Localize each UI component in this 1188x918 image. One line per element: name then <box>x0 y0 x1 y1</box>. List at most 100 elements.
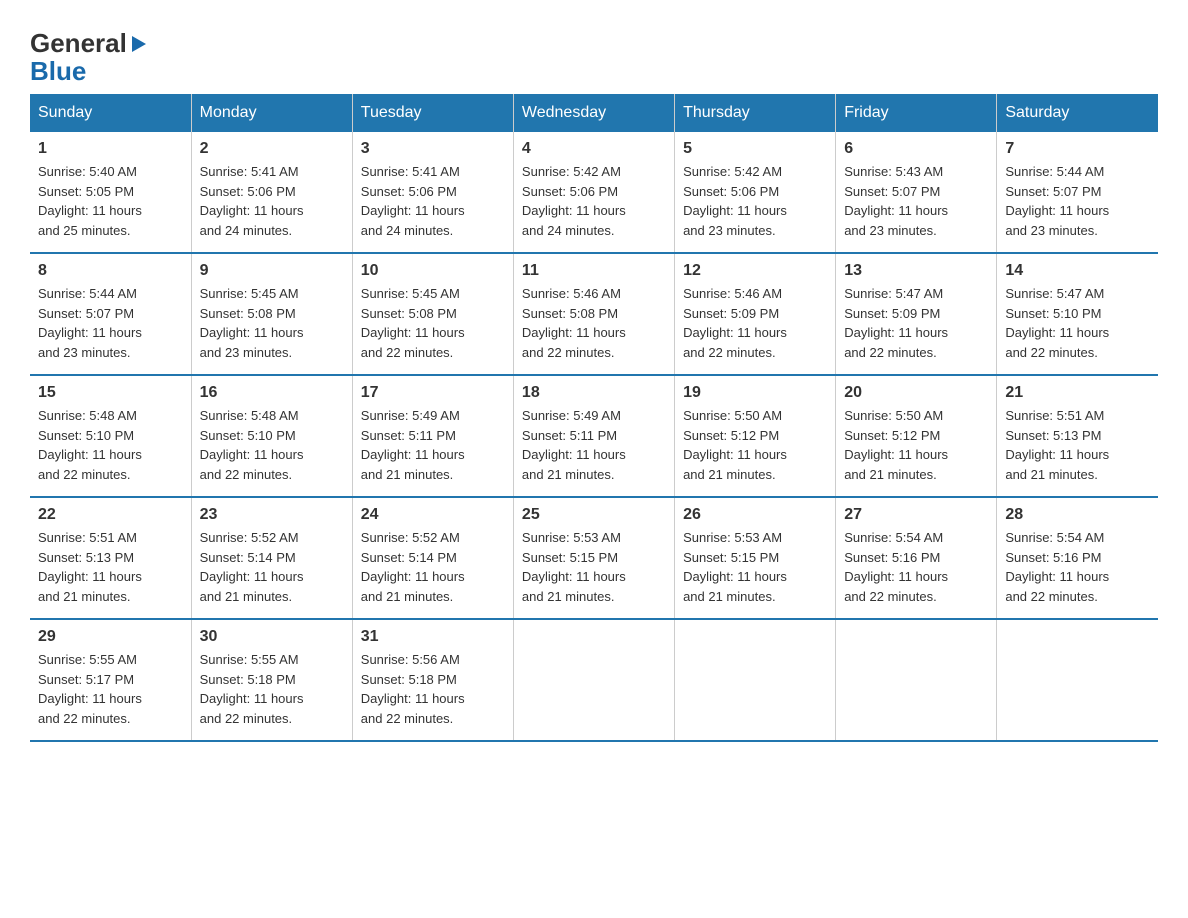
day-info: Sunrise: 5:50 AM Sunset: 5:12 PM Dayligh… <box>683 406 827 484</box>
logo-general-text: General <box>30 30 127 56</box>
day-info: Sunrise: 5:54 AM Sunset: 5:16 PM Dayligh… <box>844 528 988 606</box>
day-info: Sunrise: 5:44 AM Sunset: 5:07 PM Dayligh… <box>1005 162 1150 240</box>
day-info: Sunrise: 5:46 AM Sunset: 5:09 PM Dayligh… <box>683 284 827 362</box>
day-number: 20 <box>844 384 988 402</box>
day-info: Sunrise: 5:56 AM Sunset: 5:18 PM Dayligh… <box>361 650 505 728</box>
logo-blue-text: Blue <box>30 58 86 84</box>
day-number: 23 <box>200 506 344 524</box>
day-number: 8 <box>38 262 183 280</box>
day-number: 3 <box>361 140 505 158</box>
weekday-header-sunday: Sunday <box>30 94 191 132</box>
day-number: 1 <box>38 140 183 158</box>
day-cell: 15 Sunrise: 5:48 AM Sunset: 5:10 PM Dayl… <box>30 375 191 497</box>
day-info: Sunrise: 5:49 AM Sunset: 5:11 PM Dayligh… <box>361 406 505 484</box>
day-cell <box>513 619 674 741</box>
day-number: 6 <box>844 140 988 158</box>
day-number: 18 <box>522 384 666 402</box>
day-number: 12 <box>683 262 827 280</box>
day-info: Sunrise: 5:44 AM Sunset: 5:07 PM Dayligh… <box>38 284 183 362</box>
day-number: 2 <box>200 140 344 158</box>
header: General Blue <box>30 20 1158 84</box>
day-cell: 8 Sunrise: 5:44 AM Sunset: 5:07 PM Dayli… <box>30 253 191 375</box>
day-info: Sunrise: 5:41 AM Sunset: 5:06 PM Dayligh… <box>361 162 505 240</box>
day-number: 27 <box>844 506 988 524</box>
day-cell: 23 Sunrise: 5:52 AM Sunset: 5:14 PM Dayl… <box>191 497 352 619</box>
day-cell: 29 Sunrise: 5:55 AM Sunset: 5:17 PM Dayl… <box>30 619 191 741</box>
logo: General Blue <box>30 20 146 84</box>
week-row-4: 22 Sunrise: 5:51 AM Sunset: 5:13 PM Dayl… <box>30 497 1158 619</box>
day-info: Sunrise: 5:41 AM Sunset: 5:06 PM Dayligh… <box>200 162 344 240</box>
day-info: Sunrise: 5:42 AM Sunset: 5:06 PM Dayligh… <box>683 162 827 240</box>
day-cell: 9 Sunrise: 5:45 AM Sunset: 5:08 PM Dayli… <box>191 253 352 375</box>
week-row-1: 1 Sunrise: 5:40 AM Sunset: 5:05 PM Dayli… <box>30 132 1158 253</box>
day-info: Sunrise: 5:55 AM Sunset: 5:17 PM Dayligh… <box>38 650 183 728</box>
day-cell <box>836 619 997 741</box>
week-row-2: 8 Sunrise: 5:44 AM Sunset: 5:07 PM Dayli… <box>30 253 1158 375</box>
day-info: Sunrise: 5:48 AM Sunset: 5:10 PM Dayligh… <box>38 406 183 484</box>
day-number: 17 <box>361 384 505 402</box>
weekday-header-thursday: Thursday <box>675 94 836 132</box>
day-cell: 30 Sunrise: 5:55 AM Sunset: 5:18 PM Dayl… <box>191 619 352 741</box>
day-cell <box>997 619 1158 741</box>
day-info: Sunrise: 5:42 AM Sunset: 5:06 PM Dayligh… <box>522 162 666 240</box>
day-number: 31 <box>361 628 505 646</box>
day-info: Sunrise: 5:46 AM Sunset: 5:08 PM Dayligh… <box>522 284 666 362</box>
day-number: 16 <box>200 384 344 402</box>
day-info: Sunrise: 5:45 AM Sunset: 5:08 PM Dayligh… <box>200 284 344 362</box>
day-cell: 5 Sunrise: 5:42 AM Sunset: 5:06 PM Dayli… <box>675 132 836 253</box>
day-cell: 28 Sunrise: 5:54 AM Sunset: 5:16 PM Dayl… <box>997 497 1158 619</box>
day-number: 9 <box>200 262 344 280</box>
day-cell <box>675 619 836 741</box>
day-info: Sunrise: 5:53 AM Sunset: 5:15 PM Dayligh… <box>522 528 666 606</box>
day-info: Sunrise: 5:52 AM Sunset: 5:14 PM Dayligh… <box>361 528 505 606</box>
day-cell: 19 Sunrise: 5:50 AM Sunset: 5:12 PM Dayl… <box>675 375 836 497</box>
day-number: 28 <box>1005 506 1150 524</box>
day-info: Sunrise: 5:47 AM Sunset: 5:09 PM Dayligh… <box>844 284 988 362</box>
day-cell: 21 Sunrise: 5:51 AM Sunset: 5:13 PM Dayl… <box>997 375 1158 497</box>
day-number: 30 <box>200 628 344 646</box>
day-cell: 4 Sunrise: 5:42 AM Sunset: 5:06 PM Dayli… <box>513 132 674 253</box>
day-number: 19 <box>683 384 827 402</box>
day-info: Sunrise: 5:49 AM Sunset: 5:11 PM Dayligh… <box>522 406 666 484</box>
week-row-5: 29 Sunrise: 5:55 AM Sunset: 5:17 PM Dayl… <box>30 619 1158 741</box>
day-cell: 17 Sunrise: 5:49 AM Sunset: 5:11 PM Dayl… <box>352 375 513 497</box>
day-cell: 26 Sunrise: 5:53 AM Sunset: 5:15 PM Dayl… <box>675 497 836 619</box>
day-cell: 27 Sunrise: 5:54 AM Sunset: 5:16 PM Dayl… <box>836 497 997 619</box>
day-number: 5 <box>683 140 827 158</box>
logo-triangle-icon <box>132 36 146 52</box>
day-number: 25 <box>522 506 666 524</box>
day-number: 10 <box>361 262 505 280</box>
weekday-header-row: SundayMondayTuesdayWednesdayThursdayFrid… <box>30 94 1158 132</box>
day-cell: 25 Sunrise: 5:53 AM Sunset: 5:15 PM Dayl… <box>513 497 674 619</box>
day-info: Sunrise: 5:53 AM Sunset: 5:15 PM Dayligh… <box>683 528 827 606</box>
day-number: 24 <box>361 506 505 524</box>
day-number: 14 <box>1005 262 1150 280</box>
day-number: 29 <box>38 628 183 646</box>
day-cell: 7 Sunrise: 5:44 AM Sunset: 5:07 PM Dayli… <box>997 132 1158 253</box>
week-row-3: 15 Sunrise: 5:48 AM Sunset: 5:10 PM Dayl… <box>30 375 1158 497</box>
day-cell: 11 Sunrise: 5:46 AM Sunset: 5:08 PM Dayl… <box>513 253 674 375</box>
weekday-header-tuesday: Tuesday <box>352 94 513 132</box>
day-info: Sunrise: 5:43 AM Sunset: 5:07 PM Dayligh… <box>844 162 988 240</box>
day-cell: 10 Sunrise: 5:45 AM Sunset: 5:08 PM Dayl… <box>352 253 513 375</box>
day-cell: 13 Sunrise: 5:47 AM Sunset: 5:09 PM Dayl… <box>836 253 997 375</box>
day-cell: 2 Sunrise: 5:41 AM Sunset: 5:06 PM Dayli… <box>191 132 352 253</box>
day-info: Sunrise: 5:40 AM Sunset: 5:05 PM Dayligh… <box>38 162 183 240</box>
day-info: Sunrise: 5:50 AM Sunset: 5:12 PM Dayligh… <box>844 406 988 484</box>
day-cell: 20 Sunrise: 5:50 AM Sunset: 5:12 PM Dayl… <box>836 375 997 497</box>
day-number: 4 <box>522 140 666 158</box>
weekday-header-wednesday: Wednesday <box>513 94 674 132</box>
day-cell: 22 Sunrise: 5:51 AM Sunset: 5:13 PM Dayl… <box>30 497 191 619</box>
day-info: Sunrise: 5:54 AM Sunset: 5:16 PM Dayligh… <box>1005 528 1150 606</box>
day-cell: 18 Sunrise: 5:49 AM Sunset: 5:11 PM Dayl… <box>513 375 674 497</box>
day-number: 26 <box>683 506 827 524</box>
day-number: 13 <box>844 262 988 280</box>
weekday-header-saturday: Saturday <box>997 94 1158 132</box>
calendar-table: SundayMondayTuesdayWednesdayThursdayFrid… <box>30 94 1158 742</box>
day-cell: 31 Sunrise: 5:56 AM Sunset: 5:18 PM Dayl… <box>352 619 513 741</box>
day-number: 7 <box>1005 140 1150 158</box>
day-info: Sunrise: 5:47 AM Sunset: 5:10 PM Dayligh… <box>1005 284 1150 362</box>
day-info: Sunrise: 5:51 AM Sunset: 5:13 PM Dayligh… <box>38 528 183 606</box>
day-cell: 16 Sunrise: 5:48 AM Sunset: 5:10 PM Dayl… <box>191 375 352 497</box>
day-number: 11 <box>522 262 666 280</box>
